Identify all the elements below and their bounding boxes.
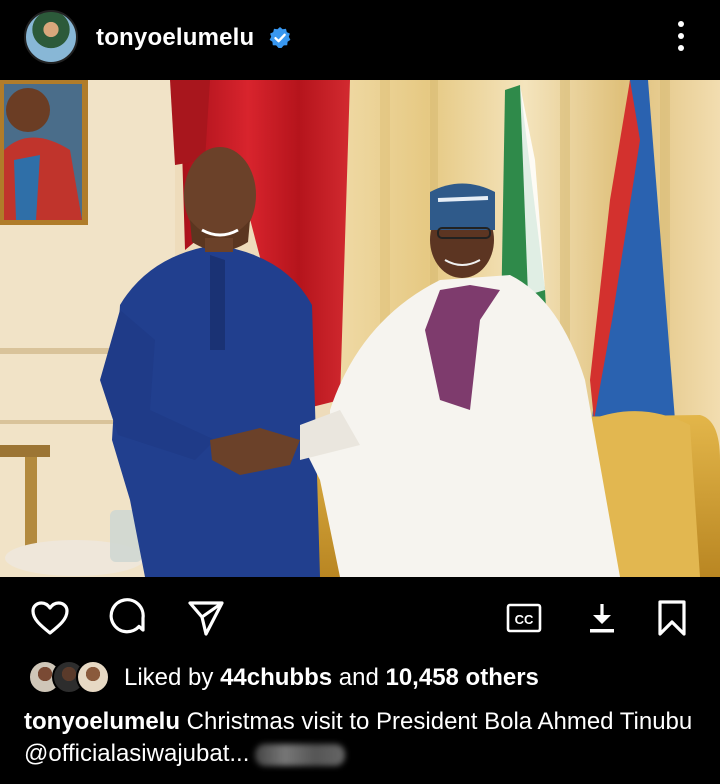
liker-avatar [76,660,110,694]
post-photo-image [0,80,720,577]
likes-text[interactable]: Liked by 44chubbs and 10,458 others [124,664,539,692]
post-caption: tonyoelumelu Christmas visit to Presiden… [24,706,704,770]
likes-row[interactable]: Liked by 44chubbs and 10,458 others [0,656,720,700]
likes-count[interactable]: 10,458 others [385,664,538,691]
post-username[interactable]: tonyoelumelu [96,24,254,52]
cc-icon: CC [506,603,542,633]
profile-avatar[interactable] [24,10,78,64]
more-vertical-icon[interactable] [670,18,692,54]
download-icon [590,604,614,633]
share-button[interactable] [184,596,228,640]
likes-middle: and [332,664,386,691]
verified-badge-icon [269,27,291,48]
post-header: tonyoelumelu [0,0,720,80]
captions-button[interactable]: CC [502,596,546,640]
like-button[interactable] [28,596,72,640]
save-button[interactable] [650,596,694,640]
post-photo[interactable] [0,80,720,577]
bookmark-icon [658,600,686,636]
caption-username[interactable]: tonyoelumelu [24,708,180,735]
download-button[interactable] [580,596,624,640]
heart-icon [31,601,69,635]
redacted-blur [255,743,346,766]
comment-button[interactable] [106,596,150,640]
post-actions-bar: CC [0,588,720,648]
likes-user[interactable]: 44chubbs [220,664,332,691]
liker-avatars [28,660,112,696]
likes-prefix: Liked by [124,664,221,691]
cc-label: CC [515,612,534,627]
send-icon [188,601,224,636]
comment-icon [109,598,145,634]
